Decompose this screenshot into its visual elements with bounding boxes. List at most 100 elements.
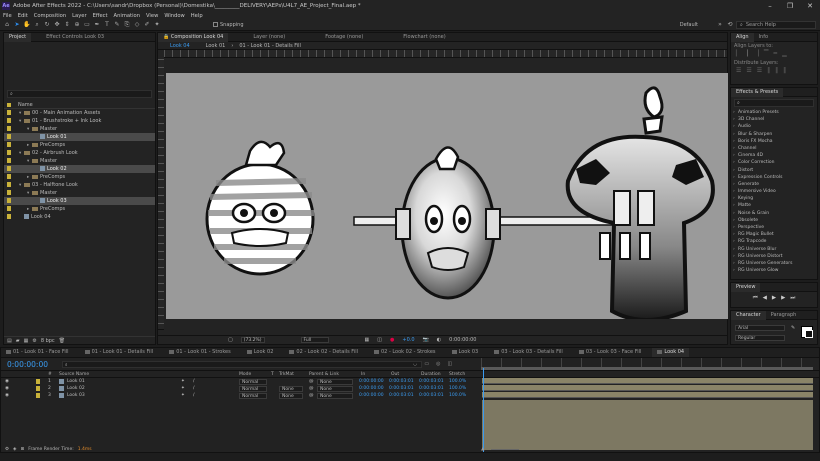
effect-category[interactable]: › RG Magic Bullet: [733, 231, 817, 238]
layer-switches-icon[interactable]: ⚙: [5, 447, 9, 452]
align-right-icon[interactable]: ▕: [754, 50, 759, 59]
tab-close-icon[interactable]: [169, 349, 175, 354]
tab-close-icon[interactable]: [451, 349, 457, 354]
layer-duration-bar[interactable]: [482, 378, 813, 384]
region-of-interest-icon[interactable]: ▢: [228, 337, 233, 343]
tab-close-icon[interactable]: [374, 349, 379, 354]
tab-close-icon[interactable]: [289, 349, 295, 354]
menu-edit[interactable]: Edit: [18, 13, 28, 19]
parent-pickwhip-icon[interactable]: @: [309, 385, 314, 392]
timeline-tab[interactable]: 02 - Look 02 - Details Fill: [284, 348, 363, 357]
layer-mode-dropdown[interactable]: Normal: [239, 378, 267, 385]
label-color-swatch[interactable]: [7, 198, 11, 203]
tab-close-icon[interactable]: [6, 349, 11, 354]
label-color-swatch[interactable]: [7, 142, 11, 147]
layer-source-name[interactable]: Look 01: [67, 378, 85, 385]
composition-viewer[interactable]: [166, 73, 728, 319]
label-color-swatch[interactable]: [7, 150, 11, 155]
show-channel-icon[interactable]: ◐: [437, 337, 441, 343]
puppet-tool-icon[interactable]: ✦: [153, 21, 161, 29]
tab-close-icon[interactable]: [494, 349, 500, 354]
timeline-tab[interactable]: Look 02: [242, 348, 279, 357]
layer-parent-dropdown[interactable]: None: [317, 378, 353, 385]
label-color-swatch[interactable]: [7, 190, 11, 195]
previous-frame-icon[interactable]: ◀: [763, 295, 767, 302]
project-item[interactable]: ▸ PreComps: [4, 141, 155, 149]
workspace-default[interactable]: Default: [680, 22, 698, 28]
tab-effect-controls[interactable]: Effect Controls Look 03: [41, 33, 109, 42]
font-style-dropdown[interactable]: Regular: [735, 335, 785, 341]
align-bottom-icon[interactable]: ▁: [782, 50, 787, 59]
effects-search[interactable]: ⌕: [734, 99, 814, 107]
effect-category[interactable]: › Animation Presets: [733, 109, 817, 116]
tab-close-icon[interactable]: [84, 349, 90, 354]
menu-animation[interactable]: Animation: [114, 13, 140, 19]
visibility-eye-icon[interactable]: ◉: [5, 385, 9, 392]
label-color-swatch[interactable]: [7, 206, 11, 211]
label-color-swatch[interactable]: [7, 126, 11, 131]
align-hcenter-icon[interactable]: ┃: [746, 50, 750, 59]
timeline-tab[interactable]: 03 - Look 03 - Details Fill: [489, 348, 568, 357]
layer-row[interactable]: ◉ 3 Look 03 ✦ / Normal None @ None 0:00:00:00 0:00…: [1, 392, 819, 399]
zoom-tool-icon[interactable]: ⌕: [33, 21, 41, 29]
motion-blur-icon[interactable]: ◎: [436, 361, 440, 367]
tab-layer[interactable]: Layer (none): [248, 33, 290, 42]
current-timecode[interactable]: 0:00:00:00: [7, 360, 48, 369]
layer-duration[interactable]: 0:00:03:01: [419, 392, 444, 399]
project-search[interactable]: ⌕: [7, 90, 152, 98]
tab-preview[interactable]: Preview: [731, 282, 761, 292]
home-icon[interactable]: ⌂: [3, 21, 11, 29]
close-button[interactable]: ✕: [800, 0, 820, 12]
pan-behind-tool-icon[interactable]: ⊕: [73, 21, 81, 29]
distribute-vcenter-icon[interactable]: ☰: [746, 67, 751, 76]
new-folder-icon[interactable]: ▰: [16, 338, 20, 344]
type-tool-icon[interactable]: T: [103, 21, 111, 29]
tab-info[interactable]: Info: [754, 33, 773, 42]
tab-close-icon[interactable]: [246, 349, 252, 354]
layer-trkmat-dropdown[interactable]: None: [279, 385, 303, 392]
distribute-bottom-icon[interactable]: ☰: [757, 67, 762, 76]
menu-composition[interactable]: Composition: [34, 13, 66, 19]
shy-layers-icon[interactable]: ◡: [413, 361, 417, 367]
layer-search[interactable]: ⌕: [61, 360, 422, 368]
align-top-icon[interactable]: ▔: [764, 50, 769, 59]
workspace-menu-icon[interactable]: »: [716, 21, 724, 29]
project-item[interactable]: Look 02: [4, 165, 155, 173]
tab-effects-presets[interactable]: Effects & Presets: [731, 88, 784, 97]
pen-tool-icon[interactable]: ✒: [93, 21, 101, 29]
timeline-tab[interactable]: Look 03: [447, 348, 484, 357]
visibility-eye-icon[interactable]: ◉: [5, 392, 9, 399]
resolution-dropdown[interactable]: Full: [300, 337, 329, 343]
effect-category[interactable]: › Cinema 4D: [733, 152, 817, 159]
clone-stamp-tool-icon[interactable]: ⎘: [123, 21, 131, 29]
graph-editor-icon[interactable]: ◫: [447, 361, 452, 367]
effect-category[interactable]: › RG Universe Generators: [733, 260, 817, 267]
layer-row[interactable]: ◉ 2 Look 02 ✦ / Normal None @ None 0:00:00:00 0:00…: [1, 385, 819, 392]
label-color-swatch[interactable]: [36, 379, 40, 384]
project-item[interactable]: Look 03: [4, 197, 155, 205]
distribute-hcenter-icon[interactable]: ‖: [775, 67, 778, 76]
layer-in[interactable]: 0:00:00:00: [359, 385, 384, 392]
font-family-dropdown[interactable]: Arial: [735, 325, 785, 331]
effect-category[interactable]: › Noise & Grain: [733, 210, 817, 217]
next-frame-icon[interactable]: ▶: [781, 295, 785, 302]
project-item[interactable]: ▸ PreComps: [4, 173, 155, 181]
label-color-swatch[interactable]: [7, 134, 11, 139]
parent-pickwhip-icon[interactable]: @: [309, 378, 314, 385]
timeline-tab[interactable]: 01 - Look 01 - Details Fill: [80, 348, 159, 357]
effect-category[interactable]: › RG Trapcode: [733, 238, 817, 245]
tab-close-icon[interactable]: [578, 349, 584, 354]
layer-row[interactable]: ◉ 1 Look 01 ✦ / Normal @ None 0:00:00:00 0:00:03:…: [1, 378, 819, 385]
timeline-tab[interactable]: 03 - Look 03 - Face Fill: [574, 348, 647, 357]
menu-effect[interactable]: Effect: [93, 13, 108, 19]
layer-mode-dropdown[interactable]: Normal: [239, 392, 267, 399]
layer-mode-dropdown[interactable]: Normal: [239, 385, 267, 392]
effect-category[interactable]: › Immersive Video: [733, 188, 817, 195]
project-item[interactable]: ▾ 02 - Airbrush Look: [4, 149, 155, 157]
hand-tool-icon[interactable]: ✋: [23, 21, 31, 29]
align-left-icon[interactable]: ▏: [736, 50, 741, 59]
snapshot-icon[interactable]: 📷: [423, 337, 429, 343]
effect-category[interactable]: › Distort: [733, 167, 817, 174]
project-item[interactable]: ▾ 01 - Brushstroke + Ink Look: [4, 117, 155, 125]
align-vcenter-icon[interactable]: ━: [774, 50, 778, 59]
